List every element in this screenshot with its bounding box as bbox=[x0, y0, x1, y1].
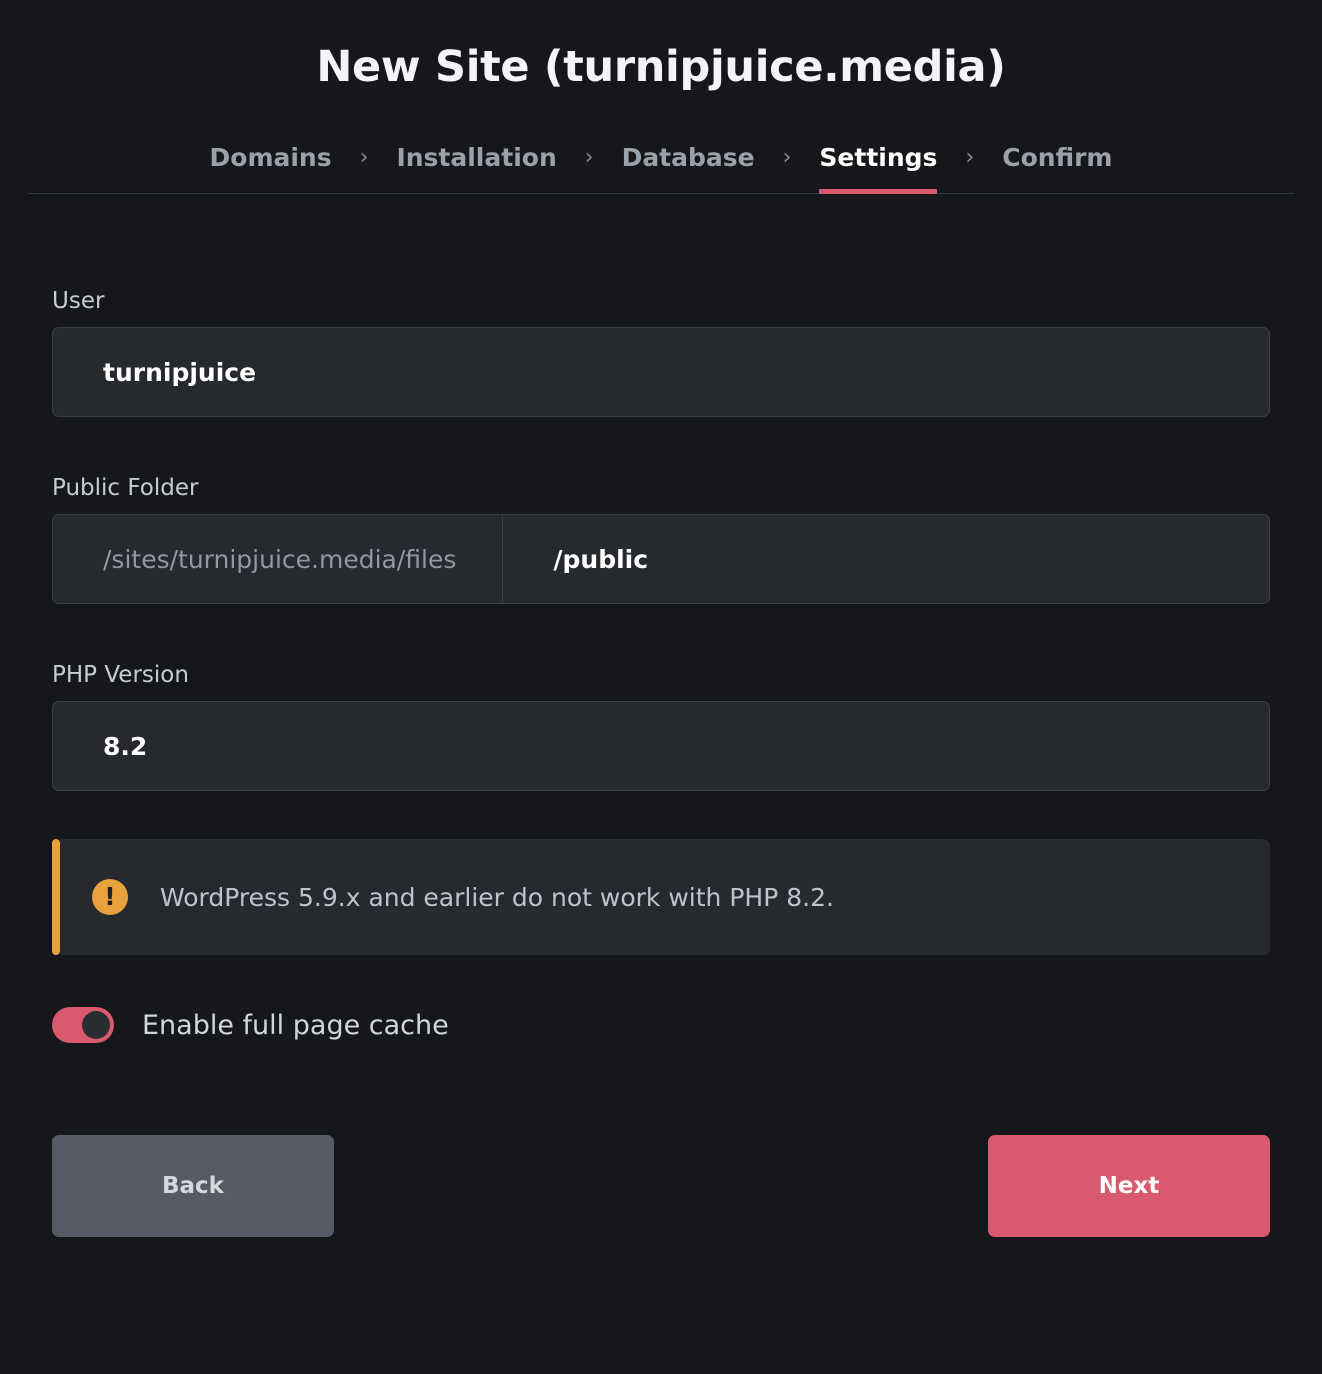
full-page-cache-label: Enable full page cache bbox=[142, 1009, 449, 1041]
public-folder-label: Public Folder bbox=[52, 475, 199, 502]
chevron-right-icon-3: › bbox=[782, 145, 792, 171]
alert-accent-bar bbox=[52, 839, 60, 956]
alert-message: WordPress 5.9.x and earlier do not work … bbox=[160, 882, 834, 912]
public-folder-input-group: /sites/turnipjuice.media/files /public bbox=[52, 514, 1270, 605]
step-settings[interactable]: Settings bbox=[793, 143, 963, 195]
php-version-warning-alert: ! WordPress 5.9.x and earlier do not wor… bbox=[52, 839, 1270, 956]
next-button[interactable]: Next bbox=[988, 1135, 1270, 1238]
new-site-wizard-page: New Site (turnipjuice.media) Domains › I… bbox=[0, 0, 1322, 1374]
php-version-select[interactable]: 8.2 bbox=[52, 701, 1270, 792]
warning-exclamation-icon: ! bbox=[92, 879, 128, 916]
chevron-right-icon-2: › bbox=[584, 145, 594, 171]
full-page-cache-toggle[interactable] bbox=[52, 1007, 114, 1044]
alert-body: ! WordPress 5.9.x and earlier do not wor… bbox=[60, 839, 1270, 956]
wizard-steps: Domains › Installation › Database › Sett… bbox=[0, 143, 1322, 195]
user-field-group: User turnipjuice bbox=[52, 288, 1270, 418]
settings-form: User turnipjuice Public Folder /sites/tu… bbox=[0, 288, 1322, 1238]
user-label: User bbox=[52, 288, 105, 315]
public-folder-path-prefix: /sites/turnipjuice.media/files bbox=[53, 515, 504, 604]
public-folder-input[interactable]: /public bbox=[503, 515, 1269, 603]
step-installation[interactable]: Installation bbox=[370, 143, 582, 194]
user-input[interactable]: turnipjuice bbox=[52, 327, 1270, 418]
step-database[interactable]: Database bbox=[596, 143, 781, 194]
back-button[interactable]: Back bbox=[52, 1135, 334, 1238]
chevron-right-icon-4: › bbox=[965, 145, 975, 171]
php-version-label: PHP Version bbox=[52, 662, 189, 689]
toggle-knob bbox=[82, 1011, 110, 1040]
php-version-field-group: PHP Version 8.2 bbox=[52, 662, 1270, 792]
step-domains[interactable]: Domains bbox=[184, 143, 358, 194]
step-confirm[interactable]: Confirm bbox=[976, 143, 1138, 194]
wizard-actions: Back Next bbox=[52, 1135, 1270, 1238]
full-page-cache-row: Enable full page cache bbox=[52, 1007, 1270, 1044]
public-folder-field-group: Public Folder /sites/turnipjuice.media/f… bbox=[52, 475, 1270, 605]
chevron-right-icon-1: › bbox=[359, 145, 369, 171]
page-title: New Site (turnipjuice.media) bbox=[316, 42, 1006, 92]
